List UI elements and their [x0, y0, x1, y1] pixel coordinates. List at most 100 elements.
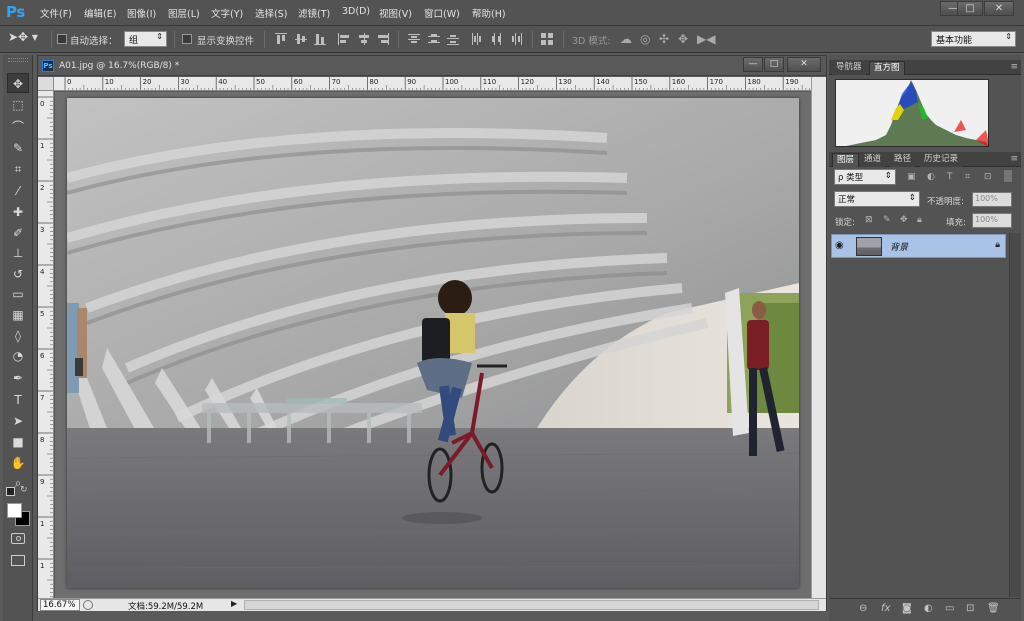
ruler-origin[interactable] [38, 77, 54, 91]
filter-toggle-icon[interactable] [1004, 170, 1012, 182]
menu-filter[interactable]: 滤镜(T) [298, 6, 330, 20]
blend-mode-dropdown[interactable]: 正常 ⇕ [834, 191, 920, 207]
menu-edit[interactable]: 编辑(E) [84, 6, 116, 20]
filter-smart-object-icon[interactable]: ⊡ [984, 172, 992, 182]
menu-select[interactable]: 选择(S) [255, 6, 287, 20]
doc-minimize-button[interactable]: — [743, 57, 763, 72]
document-photo[interactable] [67, 98, 799, 588]
swap-colors-icon[interactable]: ↻ [20, 485, 28, 495]
doc-maximize-button[interactable]: □ [764, 57, 784, 72]
app-maximize-button[interactable]: □ [957, 1, 983, 16]
move-tool-preset-icon[interactable]: ➤✥ ▾ [8, 30, 38, 44]
align-left-icon[interactable] [338, 33, 350, 45]
layer-background[interactable]: ◉ 背景 🔒︎ [831, 234, 1006, 258]
horizontal-ruler[interactable]: 0 10 20 30 40 50 60 70 80 90 100 110 120 130 140 150 160… [54, 77, 811, 91]
app-close-button[interactable]: ✕ [984, 1, 1014, 16]
menu-view[interactable]: 视图(V) [379, 6, 412, 20]
align-hcenter-icon[interactable] [358, 33, 370, 45]
eraser-tool-icon[interactable]: ▭ [7, 284, 29, 304]
auto-align-icon[interactable] [541, 33, 553, 45]
distribute-vcenter-icon[interactable] [428, 33, 440, 45]
lock-all-icon[interactable]: 🔒︎ [917, 215, 922, 225]
vertical-ruler[interactable]: 0 1 2 3 4 5 6 7 8 9 1 1 [38, 91, 54, 598]
3d-pan-icon[interactable]: ✣ [659, 32, 669, 46]
lasso-tool-icon[interactable]: ⌒ [7, 117, 29, 137]
filter-type-icon[interactable]: T [947, 172, 953, 182]
lock-image-icon[interactable]: ✎ [883, 215, 891, 225]
menu-3d[interactable]: 3D(D) [342, 6, 370, 17]
menu-file[interactable]: 文件(F) [40, 6, 72, 20]
menu-layer[interactable]: 图层(L) [168, 6, 200, 20]
tools-grip[interactable] [8, 58, 28, 62]
type-tool-icon[interactable]: T [7, 390, 29, 410]
panel-menu-icon[interactable]: ≡ [1010, 62, 1018, 72]
path-select-tool-icon[interactable]: ➤ [7, 411, 29, 431]
auto-select-dropdown[interactable]: 组 ⇕ [124, 31, 167, 47]
distribute-bottom-icon[interactable] [447, 33, 459, 45]
align-right-icon[interactable] [377, 33, 389, 45]
filter-adjustment-icon[interactable]: ◐ [927, 172, 935, 182]
clone-stamp-tool-icon[interactable]: ⊥ [7, 243, 29, 263]
workspace-dropdown[interactable]: 基本功能 ⇕ [931, 31, 1016, 47]
menu-type[interactable]: 文字(Y) [211, 6, 243, 20]
healing-brush-tool-icon[interactable]: ✚ [7, 202, 29, 222]
add-mask-icon[interactable]: ◙ [902, 603, 912, 614]
adjustment-layer-icon[interactable]: ◐ [924, 603, 933, 614]
tab-history[interactable]: 历史记录 [920, 153, 963, 167]
doc-close-button[interactable]: ✕ [787, 57, 821, 72]
visibility-eye-icon[interactable]: ◉ [835, 240, 844, 251]
distribute-top-icon[interactable] [408, 33, 420, 45]
layer-style-icon[interactable]: fx [881, 603, 890, 614]
move-tool-icon[interactable]: ✥ [7, 73, 29, 93]
tab-histogram[interactable]: 直方图 [869, 61, 905, 75]
quick-mask-icon[interactable] [11, 533, 25, 544]
tab-channels[interactable]: 通道 [860, 153, 886, 167]
new-group-icon[interactable]: ▭ [945, 603, 954, 614]
tab-navigator[interactable]: 导航器 [832, 61, 866, 75]
crop-tool-icon[interactable]: ⌗ [7, 159, 29, 179]
layer-filter-dropdown[interactable]: ρ 类型 ⇕ [834, 169, 896, 185]
hand-tool-icon[interactable]: ✋ [7, 453, 29, 473]
dodge-tool-icon[interactable]: ◔ [7, 346, 29, 366]
filter-pixel-icon[interactable]: ▣ [907, 172, 916, 182]
tab-paths[interactable]: 路径 [890, 153, 916, 167]
lock-transparent-icon[interactable]: ⊠ [865, 215, 873, 225]
3d-slide-icon[interactable]: ✥ [678, 32, 688, 46]
distribute-left-icon[interactable] [471, 33, 483, 45]
3d-rotate-icon[interactable]: ☁ [620, 32, 632, 46]
shape-tool-icon[interactable]: ■ [7, 432, 29, 452]
gradient-tool-icon[interactable]: ▦ [7, 305, 29, 325]
distribute-hcenter-icon[interactable] [491, 33, 503, 45]
distribute-right-icon[interactable] [510, 33, 522, 45]
panel-menu-icon[interactable]: ≡ [1010, 154, 1018, 164]
tab-layers[interactable]: 图层 [832, 153, 860, 167]
3d-roll-icon[interactable]: ◎ [640, 32, 650, 46]
delete-layer-icon[interactable]: 🗑︎ [987, 603, 1000, 614]
screen-mode-icon[interactable] [11, 555, 25, 566]
lock-position-icon[interactable]: ✥ [900, 215, 908, 225]
brush-tool-icon[interactable]: ✐ [7, 223, 29, 243]
marquee-tool-icon[interactable]: ⬚ [7, 95, 29, 115]
horizontal-scrollbar[interactable] [244, 600, 819, 610]
layers-scrollbar[interactable] [1009, 233, 1021, 597]
default-colors-icon[interactable] [6, 487, 15, 496]
zoom-input[interactable]: 16.67% [40, 599, 80, 611]
quick-select-tool-icon[interactable]: ✎ [7, 138, 29, 158]
eyedropper-tool-icon[interactable]: ⁄ [7, 181, 29, 201]
3d-scale-icon[interactable]: ▶◀ [697, 32, 715, 46]
menu-image[interactable]: 图像(I) [127, 6, 156, 20]
pen-tool-icon[interactable]: ✒ [7, 368, 29, 388]
fill-input[interactable]: 100% [972, 213, 1012, 228]
foreground-color-swatch[interactable] [7, 503, 22, 518]
opacity-input[interactable]: 100% [972, 192, 1012, 207]
menu-help[interactable]: 帮助(H) [472, 6, 506, 20]
new-layer-icon[interactable]: ⊡ [966, 603, 974, 614]
align-vcenter-icon[interactable] [295, 33, 307, 45]
align-bottom-icon[interactable] [314, 33, 326, 45]
show-transform-checkbox[interactable] [182, 34, 192, 44]
canvas-area[interactable] [55, 92, 811, 598]
status-menu-arrow-icon[interactable]: ▶ [231, 599, 241, 611]
layer-lock-icon[interactable]: 🔒︎ [995, 240, 1000, 250]
menu-window[interactable]: 窗口(W) [424, 6, 460, 20]
align-top-icon[interactable] [275, 33, 287, 45]
